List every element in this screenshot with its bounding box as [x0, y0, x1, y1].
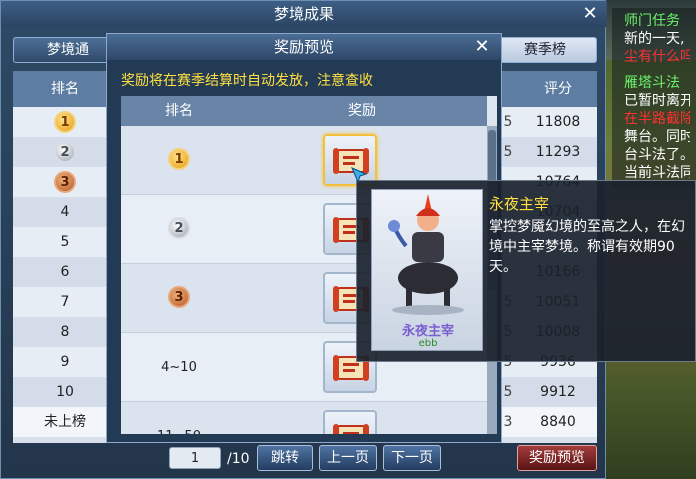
column-reward: 奖励: [348, 103, 376, 119]
score-cell: 11293: [535, 144, 581, 160]
close-icon[interactable]: ✕: [579, 3, 601, 25]
rank-cell: 未上榜: [44, 414, 86, 430]
rank-medal-icon: 3: [168, 286, 190, 308]
column-score: 评分: [544, 81, 572, 97]
reward-rank-cell: 11~50: [121, 402, 237, 434]
rank-cell: 5: [60, 234, 70, 250]
jump-button[interactable]: 跳转: [257, 445, 313, 471]
rank-medal-icon: 3: [54, 171, 76, 193]
reward-rank-cell: 2: [121, 195, 237, 264]
quest-title-yanta[interactable]: 雁塔斗法: [624, 74, 690, 92]
rank-cell: 1: [13, 107, 117, 137]
quest-title-shimen[interactable]: 师门任务: [624, 12, 690, 30]
quest-text: 舞台。同时: [624, 129, 690, 145]
reward-table-header: 排名 奖励: [121, 96, 487, 126]
page-number-input[interactable]: 1: [169, 447, 221, 469]
score-cell: 8840: [540, 414, 576, 430]
tooltip-description: 掌控梦魇幻境的至高之人，在幻境中主宰梦境。称谓有效期90天。: [489, 219, 685, 275]
rank-medal-icon: 1: [54, 111, 76, 133]
pager-bar: 1 /10 跳转 上一页 下一页 奖励预览: [1, 445, 607, 479]
quest-text: 在半路截除: [624, 111, 690, 127]
character-figure-icon: [388, 194, 464, 315]
hidden-column-edge: 5: [503, 114, 513, 130]
rank-cell: 8: [60, 324, 70, 340]
title-scroll-reward-icon[interactable]: [323, 410, 377, 434]
rank-cell: 2: [13, 137, 117, 167]
rank-cell: 3: [13, 167, 117, 197]
rank-medal-icon: 1: [168, 148, 190, 170]
reward-preview-button[interactable]: 奖励预览: [517, 445, 597, 471]
reward-rank-cell: 3: [121, 264, 237, 333]
mouse-cursor-icon: [351, 167, 368, 184]
quest-text: 新的一天,: [624, 31, 685, 47]
reward-rank-cell: 4~10: [121, 333, 237, 402]
rank-range-label: 11~50: [157, 429, 201, 434]
page-total: /10: [227, 451, 250, 467]
quest-text: 已暂时离开: [624, 93, 690, 109]
rank-cell: 4: [60, 204, 70, 220]
hidden-column-edge: 5: [503, 144, 513, 160]
quest-tracker[interactable]: 师门任务 新的一天, 尘有什么吗 雁塔斗法 已暂时离开 在半路截除 舞台。同时 …: [612, 8, 696, 188]
quest-text: 台斗法了。: [624, 147, 690, 163]
rank-cell: 9: [60, 354, 70, 370]
hidden-column-edge: 5: [503, 384, 513, 400]
next-page-button[interactable]: 下一页: [383, 445, 441, 471]
rank-cell: 6: [60, 264, 70, 280]
dialog-notice: 奖励将在赛季结算时自动发放，注意查收: [121, 73, 373, 89]
portrait-name: 永夜主宰: [401, 324, 454, 339]
close-icon[interactable]: ✕: [471, 36, 493, 58]
reward-row: 11~50: [121, 402, 487, 434]
prev-page-button[interactable]: 上一页: [319, 445, 377, 471]
hidden-column-edge: 3: [503, 414, 513, 430]
rank-range-label: 4~10: [161, 360, 197, 375]
item-tooltip: 永夜主宰 ebb 永夜主宰 掌控梦魇幻境的至高之人，在幻境中主宰梦境。称谓有效期…: [356, 180, 696, 362]
tooltip-title: 永夜主宰: [489, 195, 550, 213]
rank-cell: 7: [60, 294, 70, 310]
rank-cell: 10: [56, 384, 74, 400]
column-rank: 排名: [165, 103, 193, 119]
score-cell: 11808: [535, 114, 581, 130]
column-rank: 排名: [51, 81, 79, 97]
reward-rank-cell: 1: [121, 126, 237, 195]
tab-season-ranking[interactable]: 赛季榜: [493, 37, 597, 63]
quest-text: 尘有什么吗: [624, 49, 690, 65]
title-portrait: 永夜主宰 ebb: [371, 189, 483, 351]
portrait-subtitle: ebb: [418, 338, 438, 349]
dialog-title: 奖励预览: [107, 34, 501, 60]
window-title: 梦境成果: [1, 1, 607, 27]
rank-medal-icon: 2: [168, 217, 190, 239]
score-cell: 9912: [540, 384, 576, 400]
rank-medal-icon: 2: [54, 141, 76, 163]
